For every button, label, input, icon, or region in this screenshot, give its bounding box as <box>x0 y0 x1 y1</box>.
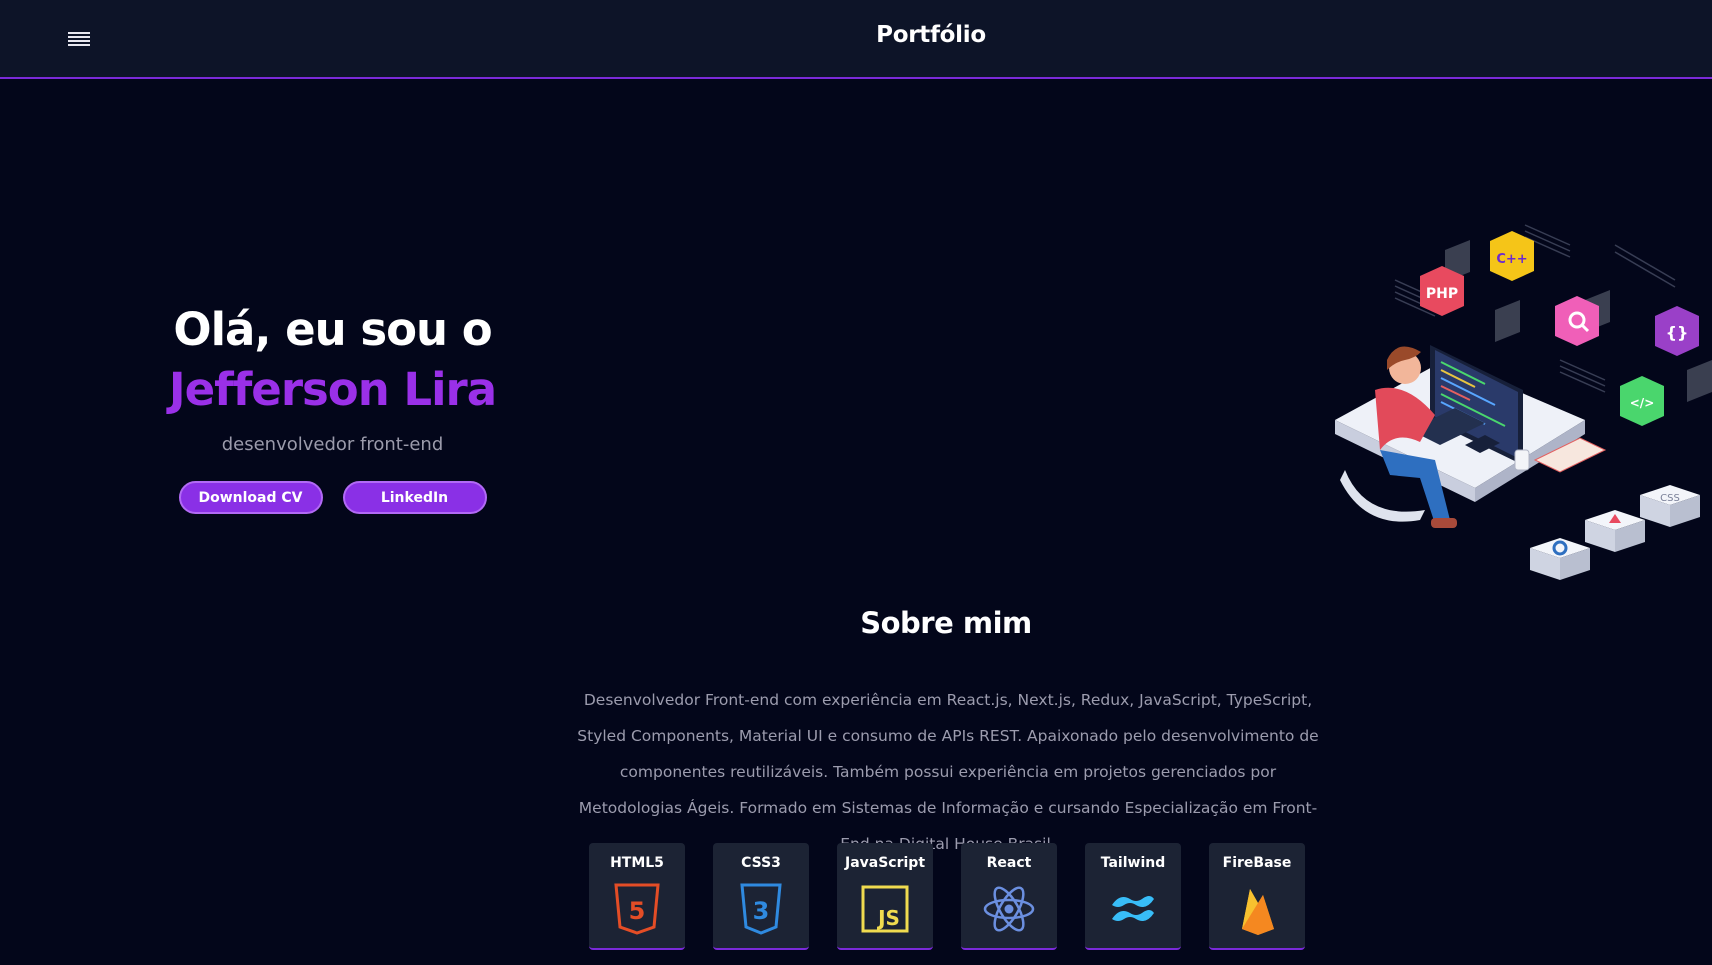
svg-text:JS: JS <box>876 906 900 930</box>
hero-greeting: Olá, eu sou o <box>173 303 492 356</box>
firebase-icon <box>1242 889 1274 935</box>
top-navbar: Portfólio <box>0 0 1712 79</box>
svg-text:C++: C++ <box>1496 252 1527 267</box>
react-icon <box>983 886 1035 932</box>
skill-label: Tailwind <box>1100 855 1166 871</box>
about-text: Desenvolvedor Front-end com experiência … <box>577 691 1319 853</box>
about-title: Sobre mim <box>860 606 1032 640</box>
tailwind-icon <box>1112 896 1154 921</box>
javascript-icon: JS <box>861 885 909 933</box>
brand-title: Portfólio <box>876 22 986 48</box>
skill-card-html5: HTML5 5 <box>589 843 685 950</box>
hero-name: Jefferson Lira <box>168 363 497 416</box>
skills-list: HTML5 5 CSS3 3 JavaScript JS React Tailw… <box>589 843 1305 950</box>
skill-label: CSS3 <box>741 855 781 871</box>
svg-text:CSS: CSS <box>1660 493 1680 504</box>
download-cv-button[interactable]: Download CV <box>178 481 323 514</box>
css3-icon: 3 <box>740 883 782 935</box>
skill-label: FireBase <box>1222 855 1292 871</box>
hero-buttons: Download CV LinkedIn <box>150 481 515 514</box>
svg-text:</>: </> <box>1630 396 1655 410</box>
skill-card-css3: CSS3 3 <box>713 843 809 950</box>
skill-card-firebase: FireBase <box>1209 843 1305 950</box>
skill-card-tailwind: Tailwind <box>1085 843 1181 950</box>
developer-at-computer-illustration: PHP C++ {} </> CSS <box>1335 224 1712 580</box>
svg-text:5: 5 <box>629 897 646 925</box>
hero-section: Olá, eu sou o Jefferson Lira desenvolved… <box>150 300 515 514</box>
skill-card-javascript: JavaScript JS <box>837 843 933 950</box>
svg-text:{}: {} <box>1666 323 1689 342</box>
svg-text:PHP: PHP <box>1426 286 1458 302</box>
html5-icon: 5 <box>614 883 660 935</box>
skill-label: JavaScript <box>844 855 926 871</box>
skill-card-react: React <box>961 843 1057 950</box>
linkedin-button[interactable]: LinkedIn <box>342 481 487 514</box>
svg-text:3: 3 <box>753 897 770 925</box>
skill-label: React <box>986 855 1032 871</box>
skill-label: HTML5 <box>610 855 664 871</box>
hero-role: desenvolvedor front-end <box>221 434 444 455</box>
